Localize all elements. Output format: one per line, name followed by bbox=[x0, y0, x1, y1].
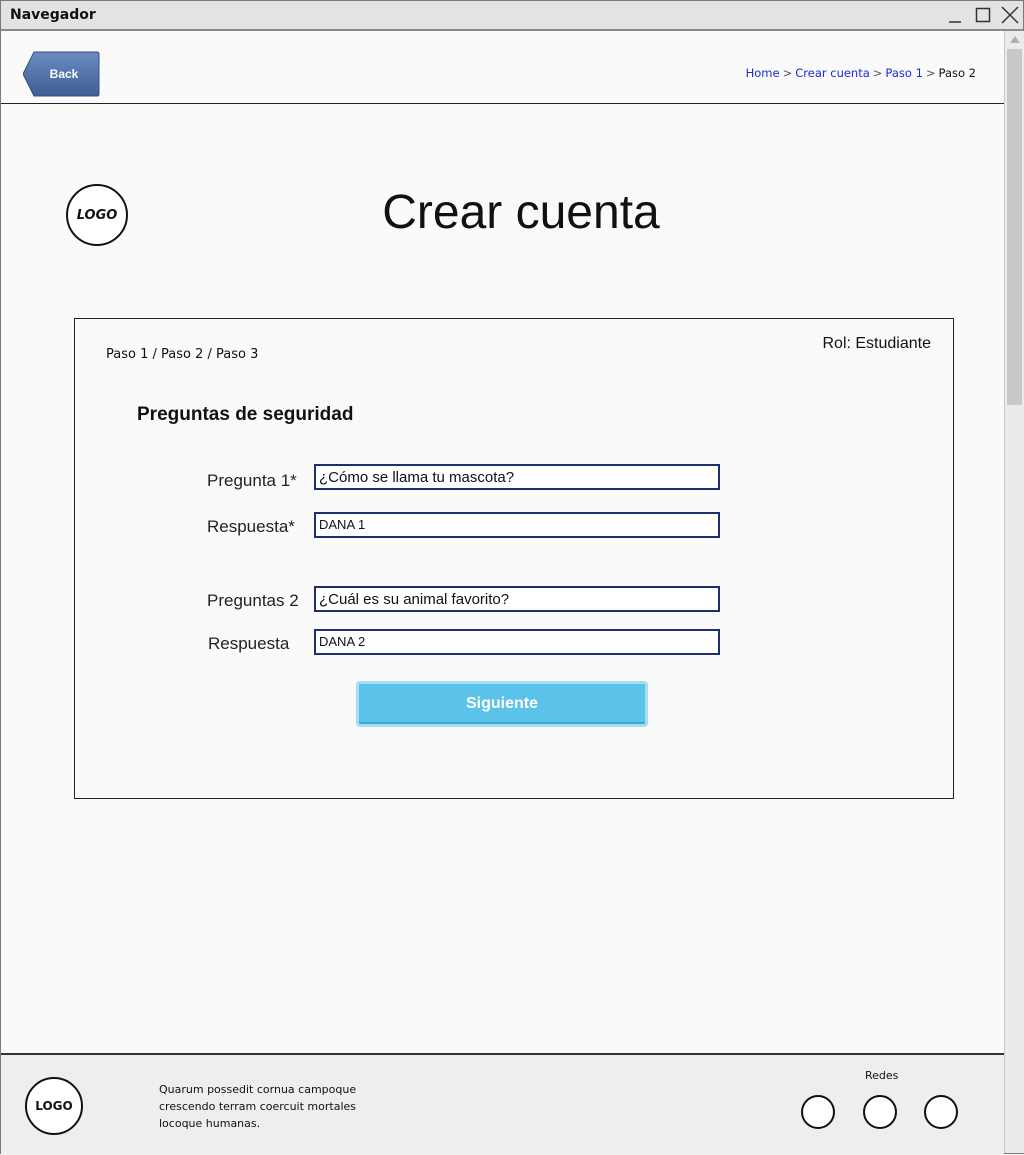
scroll-up-arrow-icon[interactable] bbox=[1008, 33, 1022, 45]
section-title: Preguntas de seguridad bbox=[137, 404, 354, 425]
breadcrumb-home[interactable]: Home bbox=[746, 66, 780, 80]
social-link-2[interactable] bbox=[863, 1095, 897, 1129]
question-2-label: Preguntas 2 bbox=[207, 591, 299, 610]
footer: LOGO Quarum possedit cornua campoque cre… bbox=[1, 1053, 1004, 1155]
close-icon[interactable] bbox=[1000, 5, 1020, 25]
minimize-icon[interactable] bbox=[945, 5, 965, 25]
page-header: Back Home > Crear cuenta > Paso 1 > Paso 2 bbox=[1, 31, 1004, 104]
logo[interactable]: LOGO bbox=[66, 184, 128, 246]
next-button[interactable]: Siguiente bbox=[356, 681, 648, 727]
question-1-input[interactable] bbox=[314, 464, 720, 490]
breadcrumb-paso-1[interactable]: Paso 1 bbox=[885, 66, 922, 80]
maximize-icon[interactable] bbox=[973, 5, 993, 25]
breadcrumb-separator: > bbox=[872, 66, 883, 80]
breadcrumb-separator: > bbox=[782, 66, 793, 80]
social-link-1[interactable] bbox=[801, 1095, 835, 1129]
back-button-label: Back bbox=[49, 67, 79, 81]
social-title: Redes bbox=[865, 1069, 899, 1082]
answer-2-input[interactable] bbox=[314, 629, 720, 655]
answer-1-label: Respuesta* bbox=[207, 517, 295, 536]
footer-logo[interactable]: LOGO bbox=[25, 1077, 83, 1135]
vertical-scrollbar[interactable] bbox=[1004, 31, 1024, 1153]
breadcrumb: Home > Crear cuenta > Paso 1 > Paso 2 bbox=[746, 66, 976, 80]
answer-1-input[interactable] bbox=[314, 512, 720, 538]
title-bar: Navegador bbox=[1, 1, 1023, 31]
step-indicator: Paso 1 / Paso 2 / Paso 3 bbox=[106, 347, 259, 362]
role-label: Rol: Estudiante bbox=[822, 335, 931, 352]
breadcrumb-crear-cuenta[interactable]: Crear cuenta bbox=[795, 66, 870, 80]
window-title: Navegador bbox=[10, 7, 96, 23]
page-title: Crear cuenta bbox=[382, 186, 660, 239]
social-link-3[interactable] bbox=[924, 1095, 958, 1129]
breadcrumb-separator: > bbox=[925, 66, 936, 80]
browser-window: Navegador Back Home > Crear cuenta > Pas… bbox=[0, 0, 1024, 1155]
question-2-input[interactable] bbox=[314, 586, 720, 612]
answer-2-label: Respuesta bbox=[208, 634, 290, 653]
security-questions-form: Paso 1 / Paso 2 / Paso 3 Rol: Estudiante… bbox=[74, 318, 954, 799]
question-1-label: Pregunta 1* bbox=[207, 471, 297, 490]
scrollbar-thumb[interactable] bbox=[1007, 49, 1022, 405]
footer-description: Quarum possedit cornua campoque crescend… bbox=[159, 1083, 357, 1130]
breadcrumb-current: Paso 2 bbox=[938, 66, 976, 80]
back-button[interactable]: Back bbox=[23, 51, 100, 97]
